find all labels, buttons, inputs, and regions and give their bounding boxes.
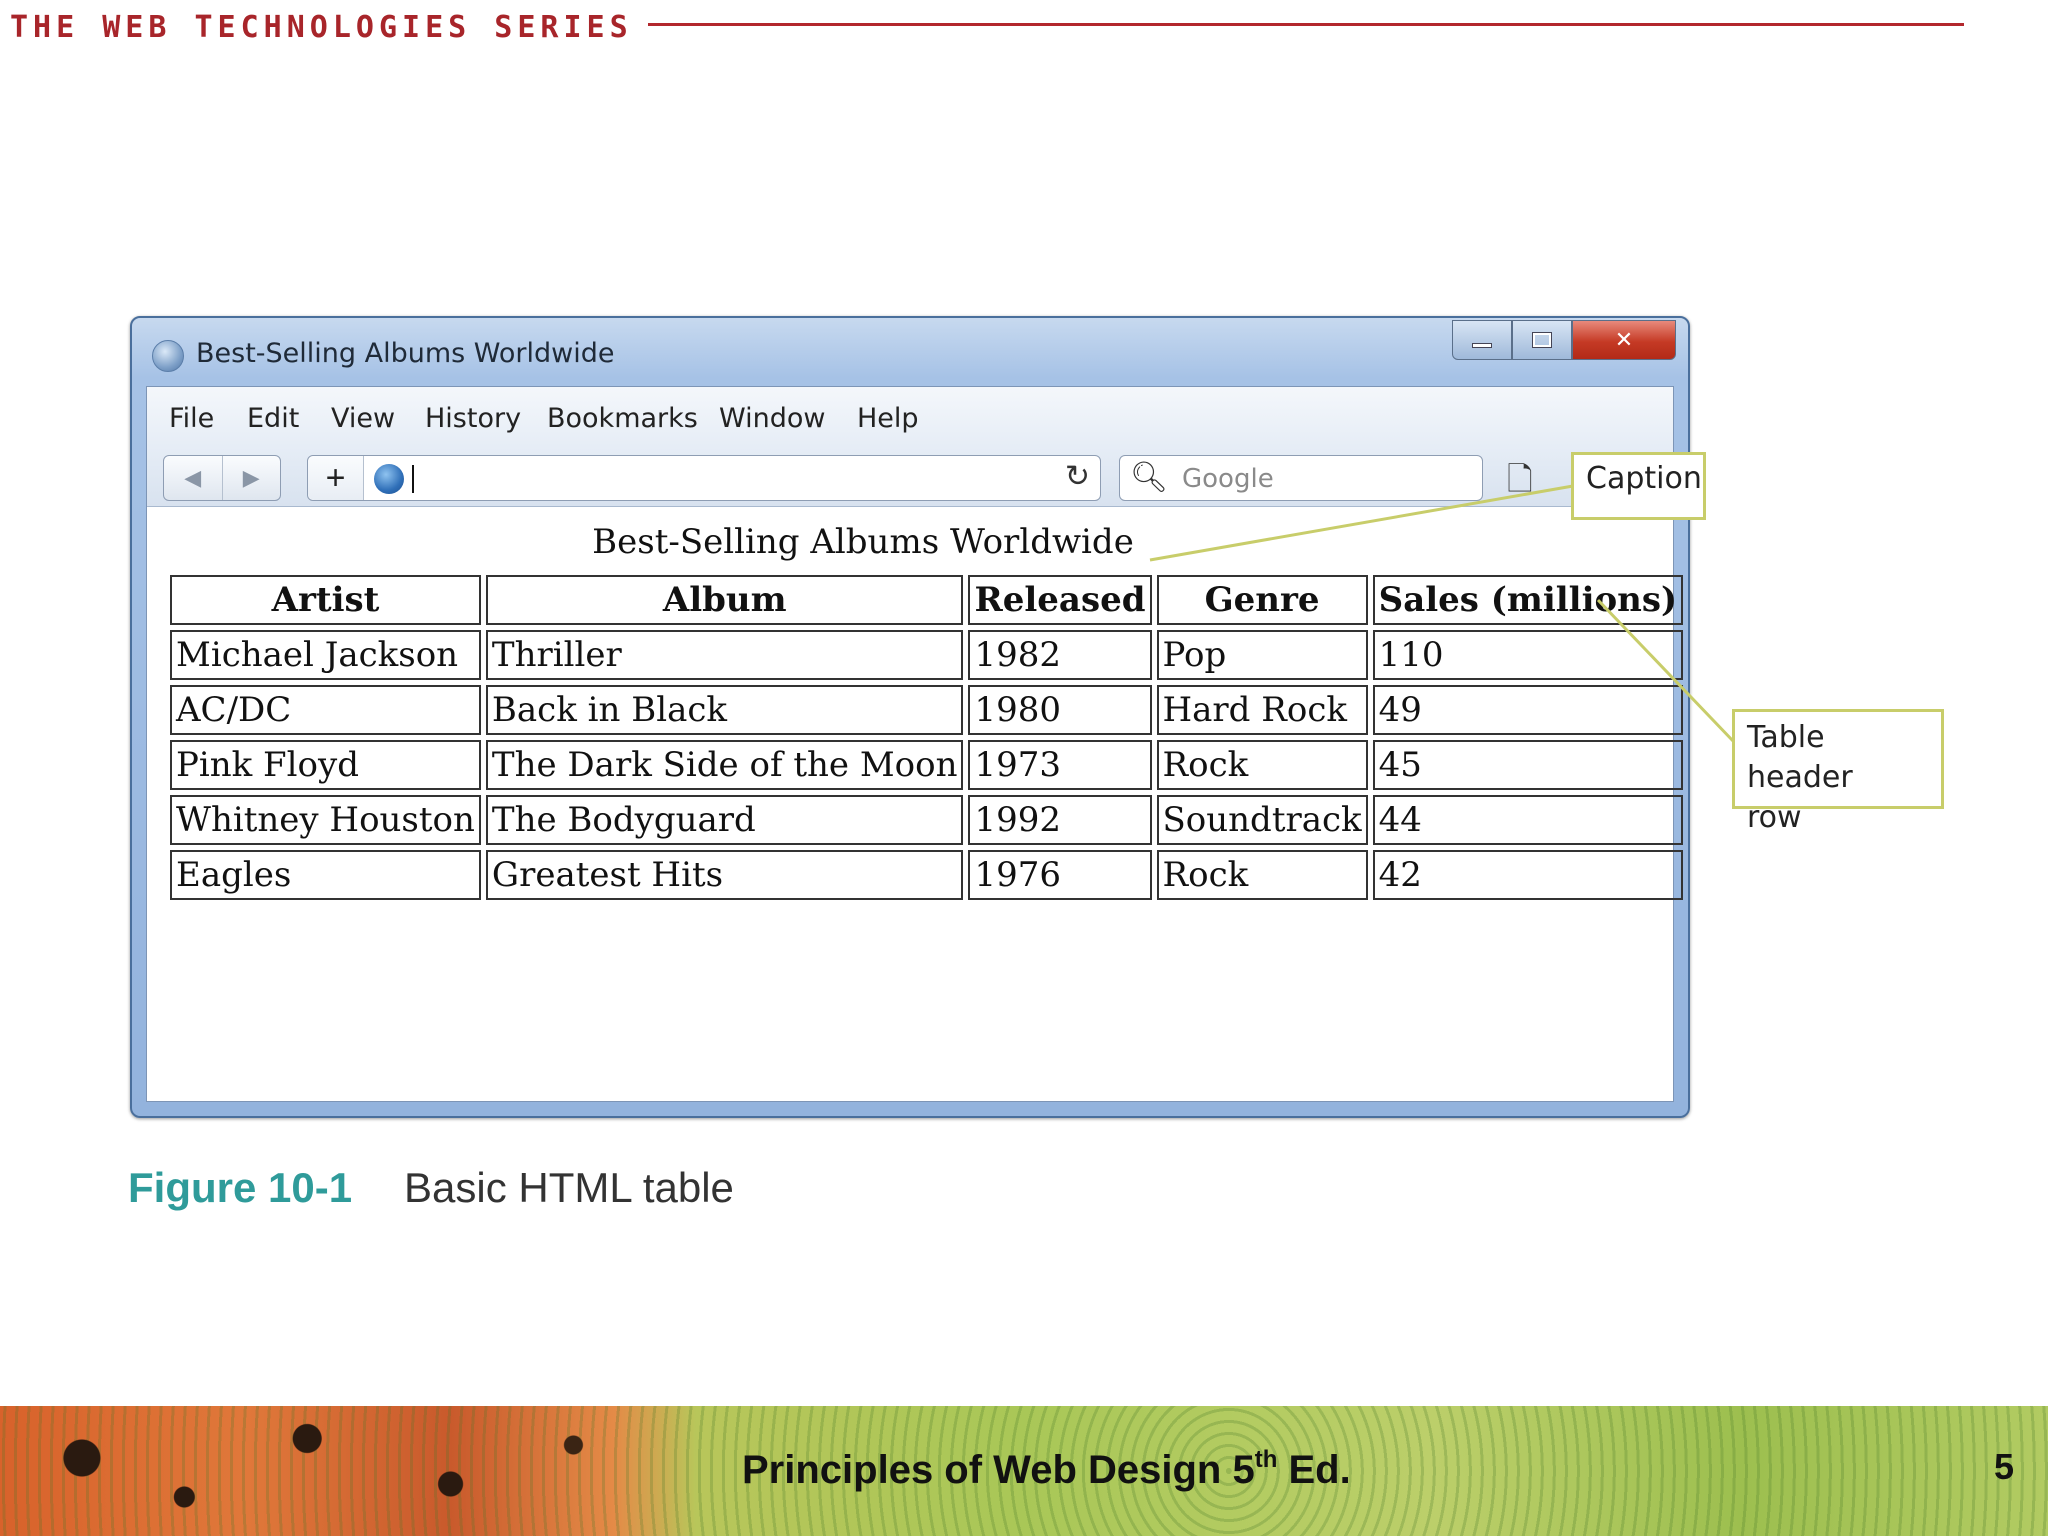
callout-line-1: Table header <box>1747 720 1853 795</box>
callout-line-2: row <box>1747 800 1802 835</box>
footer-title-end: Ed. <box>1277 1448 1351 1492</box>
footer-title: Principles of Web Design 5th Ed. <box>742 1446 1351 1493</box>
caption-callout: Caption <box>1571 452 1706 520</box>
footer-title-sup: th <box>1254 1446 1278 1473</box>
header-leader-line <box>1596 598 1736 744</box>
footer-title-main: Principles of Web Design 5 <box>742 1448 1255 1492</box>
caption-leader-line <box>1149 484 1574 562</box>
page-number: 5 <box>1993 1446 2014 1487</box>
figure-label: Figure 10-1 <box>128 1164 353 1211</box>
figure-caption: Basic HTML table <box>404 1164 734 1211</box>
footer-banner: Principles of Web Design 5th Ed. 5 <box>0 1406 2048 1536</box>
table-header-callout: Table header row <box>1732 709 1944 835</box>
